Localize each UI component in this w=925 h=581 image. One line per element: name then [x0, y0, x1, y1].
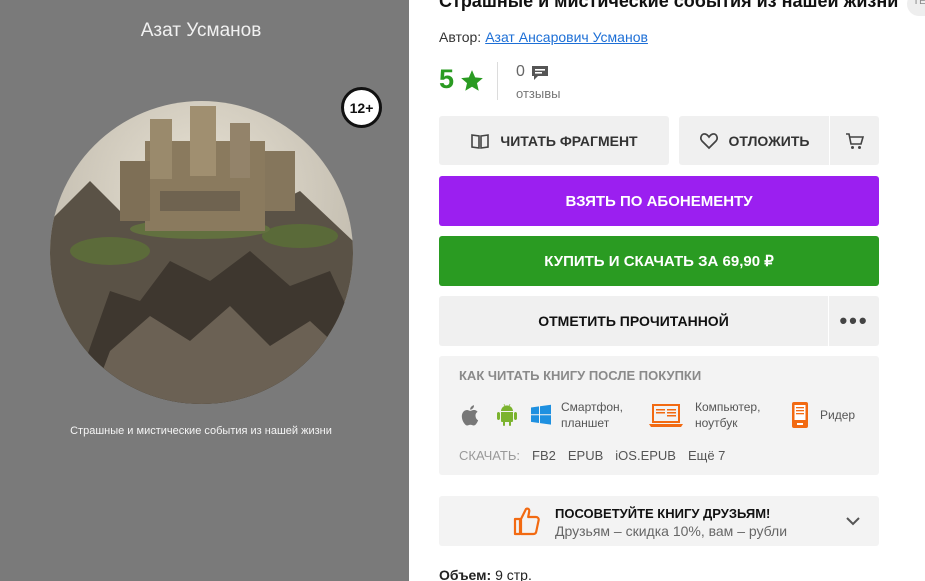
laptop-icon[interactable] — [648, 403, 684, 429]
volume-value: 9 стр. — [495, 567, 532, 581]
author-link[interactable]: Азат Ансарович Усманов — [485, 29, 648, 45]
rating-value: 5 — [439, 64, 455, 94]
chevron-down-icon[interactable] — [845, 514, 861, 528]
rating-block: 5 0 отзывы — [439, 62, 639, 104]
author-label: Автор: — [439, 29, 482, 45]
download-label: Скачать: — [459, 448, 521, 463]
smartphone-label-line2: планшет — [561, 416, 610, 430]
book-info: Страшные и мистические события из нашей … — [439, 0, 925, 581]
apple-icon[interactable] — [459, 403, 483, 427]
android-icon[interactable] — [495, 403, 519, 427]
heart-icon — [699, 132, 718, 149]
cart-icon — [845, 132, 864, 149]
comment-icon[interactable] — [531, 65, 549, 81]
computer-label: Компьютер, ноутбук — [695, 399, 760, 431]
reader-label: Ридер — [820, 408, 856, 422]
defer-label: Отложить — [728, 132, 810, 149]
book-cover[interactable]: Азат Усманов 12+ Страшные и мистические … — [0, 0, 409, 581]
cover-illustration — [50, 101, 353, 404]
download-formats: Скачать: FB2 EPUB iOS.EPUB Ещё 7 — [459, 448, 725, 463]
ereader-icon[interactable] — [790, 401, 810, 429]
author-row: Автор: Азат Ансарович Усманов — [439, 29, 648, 45]
open-book-icon — [471, 133, 490, 149]
buy-download-button[interactable]: Купить и скачать за 69,90 ₽ — [439, 236, 879, 286]
how-to-read-title: Как читать книгу после покупки — [459, 368, 702, 383]
download-more-formats[interactable]: Ещё 7 — [688, 448, 725, 463]
more-options-button[interactable]: ••• — [829, 296, 879, 346]
age-rating-badge: 12+ — [341, 87, 382, 128]
reviews-count[interactable]: 0 — [516, 63, 525, 81]
read-fragment-label: Читать фрагмент — [500, 132, 638, 149]
mark-read-button[interactable]: Отметить прочитанной — [439, 296, 828, 346]
thumbs-up-icon — [513, 507, 540, 536]
read-fragment-button[interactable]: Читать фрагмент — [439, 116, 669, 165]
recommend-subtitle: Друзьям – скидка 10%, вам – рубли — [555, 523, 788, 539]
computer-label-line2: ноутбук — [695, 416, 738, 430]
star-icon — [461, 70, 483, 91]
genre-chip[interactable]: ТЕ — [907, 0, 925, 16]
defer-button[interactable]: Отложить — [679, 116, 829, 165]
book-page: Азат Усманов 12+ Страшные и мистические … — [0, 0, 925, 581]
recommend-to-friends[interactable]: Посоветуйте книгу друзьям! Друзьям – ски… — [439, 496, 879, 546]
rating-divider — [497, 62, 498, 100]
how-to-read-panel: Как читать книгу после покупки Смартфон,… — [439, 356, 879, 475]
download-format-ios-epub[interactable]: iOS.EPUB — [615, 448, 676, 463]
cover-author: Азат Усманов — [140, 20, 262, 41]
smartphone-label-line1: Смартфон, — [561, 400, 624, 414]
download-format-fb2[interactable]: FB2 — [532, 448, 556, 463]
windows-icon[interactable] — [529, 403, 553, 427]
computer-label-line1: Компьютер, — [695, 400, 761, 414]
add-to-cart-button[interactable] — [830, 116, 879, 165]
recommend-title: Посоветуйте книгу друзьям! — [555, 506, 771, 521]
book-title: Страшные и мистические события из нашей … — [439, 0, 899, 11]
cover-title: Страшные и мистические события из нашей … — [70, 425, 332, 437]
smartphone-label: Смартфон, планшет — [561, 399, 623, 431]
download-format-epub[interactable]: EPUB — [568, 448, 603, 463]
book-volume: Объем: 9 стр. — [439, 567, 532, 581]
volume-label: Объем: — [439, 567, 492, 581]
reviews-label[interactable]: отзывы — [516, 86, 560, 101]
subscribe-button[interactable]: Взять по абонементу — [439, 176, 879, 226]
